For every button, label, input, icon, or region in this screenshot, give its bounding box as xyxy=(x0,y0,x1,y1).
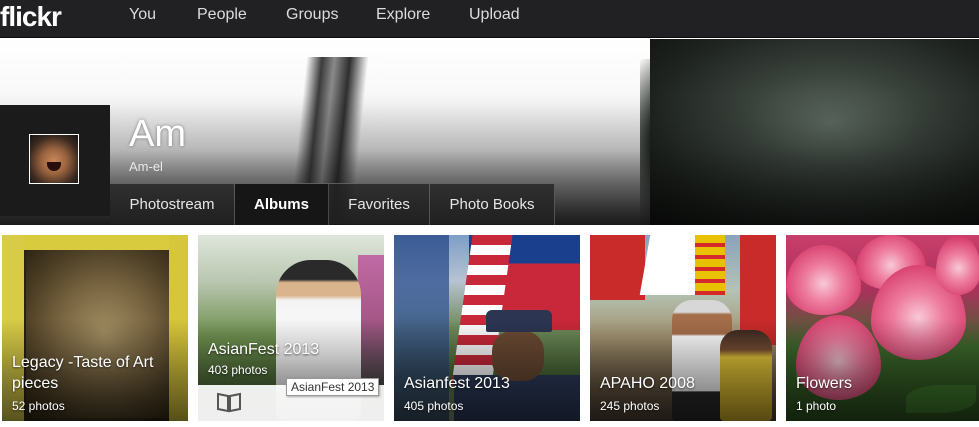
tab-albums[interactable]: Albums xyxy=(235,184,329,225)
top-nav: flickr You People Groups Explore Upload xyxy=(0,0,979,38)
album-count: 52 photos xyxy=(12,399,65,413)
album-card[interactable]: Legacy -Taste of Art pieces 52 photos xyxy=(2,235,188,421)
tab-photo-books[interactable]: Photo Books xyxy=(430,184,555,225)
album-title-line2: pieces xyxy=(12,375,59,392)
tab-photostream[interactable]: Photostream xyxy=(110,184,235,225)
album-count: 405 photos xyxy=(404,399,464,413)
album-card[interactable]: Asianfest 2013 405 photos xyxy=(394,235,580,421)
nav-upload[interactable]: Upload xyxy=(469,0,520,38)
album-tooltip: AsianFest 2013 xyxy=(286,378,380,396)
nav-explore[interactable]: Explore xyxy=(376,0,430,38)
album-count: 245 photos xyxy=(600,399,660,413)
tab-favorites[interactable]: Favorites xyxy=(329,184,430,225)
album-count: 1 photo xyxy=(796,399,837,413)
avatar[interactable] xyxy=(29,134,79,184)
profile-username: Am-el xyxy=(129,159,163,174)
flickr-logo[interactable]: flickr xyxy=(0,2,62,32)
nav-you[interactable]: You xyxy=(129,0,156,38)
album-title: AsianFest 2013 xyxy=(208,341,320,358)
nav-people[interactable]: People xyxy=(197,0,247,38)
nav-groups[interactable]: Groups xyxy=(286,0,338,38)
profile-subnav: Photostream Albums Favorites Photo Books xyxy=(110,183,555,225)
album-title: Asianfest 2013 xyxy=(404,375,510,392)
album-count: 403 photos xyxy=(208,363,268,377)
book-icon[interactable] xyxy=(216,391,242,413)
album-card[interactable]: Flowers 1 photo xyxy=(786,235,979,421)
album-title: Flowers xyxy=(796,375,853,392)
album-card[interactable]: APAHO 2008 245 photos xyxy=(590,235,776,421)
profile-name: Am xyxy=(129,113,186,155)
album-title: Legacy -Taste of Art xyxy=(12,354,154,371)
album-title: APAHO 2008 xyxy=(600,375,695,392)
